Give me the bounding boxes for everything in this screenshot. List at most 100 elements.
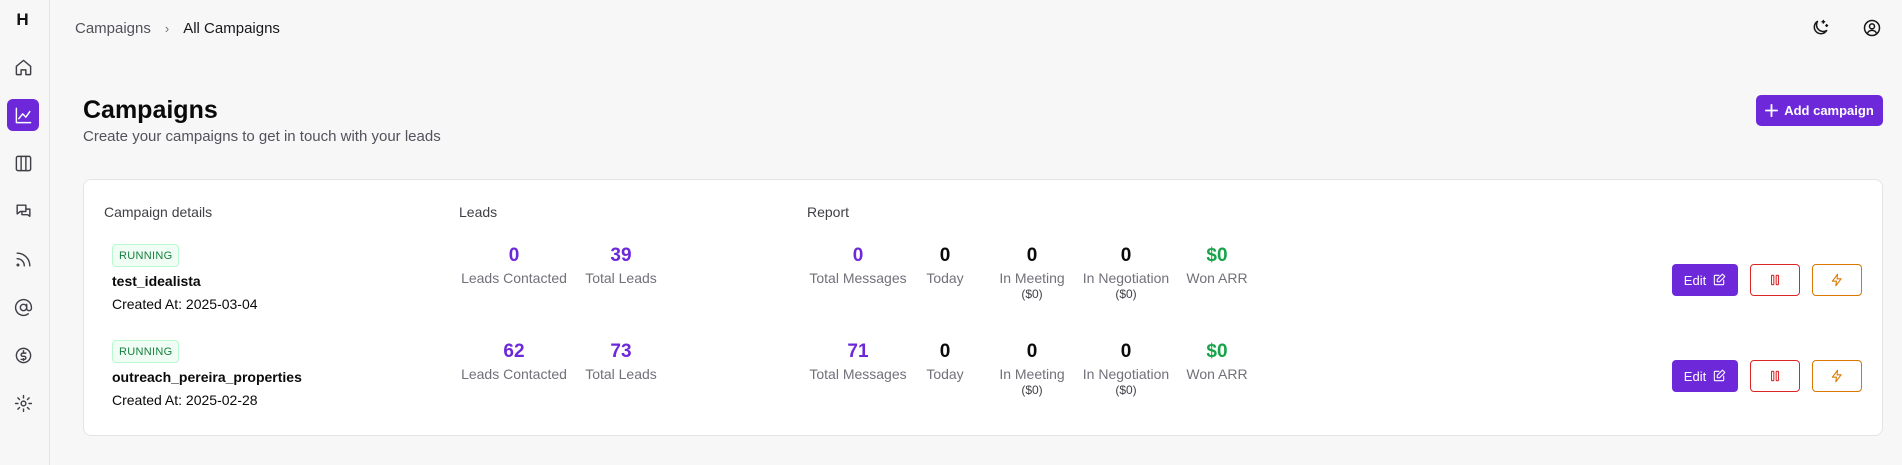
edit-button[interactable]: Edit [1672, 360, 1738, 392]
stat-label: Leads Contacted [461, 270, 567, 286]
account-button[interactable] [1860, 16, 1884, 40]
stat-total-leads: 39 Total Leads [581, 244, 661, 286]
breadcrumb-campaigns-link[interactable]: Campaigns [75, 20, 151, 37]
stat-label: In Negotiation [1082, 366, 1170, 382]
stat-value: 0 [508, 245, 520, 266]
at-sign-icon [14, 298, 32, 316]
app-logo[interactable]: H [0, 10, 45, 30]
edit-button[interactable]: Edit [1672, 264, 1738, 296]
pause-button[interactable] [1750, 360, 1800, 392]
table-row: RUNNING outreach_pereira_properties Crea… [84, 340, 1882, 420]
stat-label: Today [926, 366, 964, 382]
stat-value: 0 [1120, 245, 1132, 266]
stat-leads-contacted: 0 Leads Contacted [459, 244, 569, 286]
stat-today: 0 Today [920, 244, 970, 286]
stat-in-negotiation: 0 In Negotiation ($0) [1078, 340, 1174, 397]
stat-value: $0 [1206, 341, 1228, 362]
stat-subvalue: ($0) [1115, 287, 1137, 301]
pause-icon [1770, 370, 1780, 382]
column-header-leads: Leads [459, 204, 498, 220]
sidebar-item-messages[interactable] [7, 195, 39, 227]
plus-icon [1765, 104, 1779, 117]
stat-value: 0 [939, 245, 951, 266]
status-badge: RUNNING [112, 244, 180, 267]
chat-icon [15, 203, 31, 217]
stat-total-messages: 0 Total Messages [807, 244, 909, 286]
stat-value: 71 [847, 341, 869, 362]
status-badge: RUNNING [112, 340, 180, 363]
stat-leads-contacted: 62 Leads Contacted [459, 340, 569, 382]
stat-value: 0 [852, 245, 864, 266]
stat-won-arr: $0 Won ARR [1182, 244, 1252, 286]
stat-label: In Meeting [999, 366, 1065, 382]
stat-label: Total Leads [585, 366, 657, 382]
stat-subvalue: ($0) [1021, 287, 1043, 301]
home-icon [15, 59, 31, 75]
stat-subvalue: ($0) [1115, 383, 1137, 397]
user-circle-icon [1863, 19, 1881, 37]
edit-label: Edit [1683, 368, 1707, 384]
stat-label: Total Leads [585, 270, 657, 286]
pause-icon [1770, 274, 1780, 286]
stat-value: 0 [1120, 341, 1132, 362]
edit-label: Edit [1683, 272, 1707, 288]
campaigns-table: Campaign details Leads Report RUNNING te… [83, 179, 1883, 436]
dollar-circle-icon [15, 347, 31, 363]
lightning-icon [1831, 273, 1842, 287]
sidebar: H [0, 0, 50, 465]
page-title: Campaigns [83, 96, 218, 124]
sidebar-item-settings[interactable] [7, 387, 39, 419]
stat-won-arr: $0 Won ARR [1182, 340, 1252, 382]
campaign-created-date: Created At: 2025-02-28 [112, 392, 258, 408]
stat-label: Won ARR [1186, 270, 1248, 286]
stat-label: In Meeting [999, 270, 1065, 286]
campaign-created-date: Created At: 2025-03-04 [112, 296, 258, 312]
chart-line-icon [15, 107, 31, 123]
sidebar-item-home[interactable] [7, 51, 39, 83]
stat-subvalue: ($0) [1021, 383, 1043, 397]
columns-icon [15, 155, 31, 171]
stat-label: Today [926, 270, 964, 286]
stat-value: 0 [939, 341, 951, 362]
sidebar-item-email[interactable] [7, 291, 39, 323]
stat-value: 39 [610, 245, 632, 266]
stat-in-negotiation: 0 In Negotiation ($0) [1078, 244, 1174, 301]
stat-today: 0 Today [920, 340, 970, 382]
edit-icon [1714, 273, 1726, 286]
stat-value: 73 [610, 341, 632, 362]
sidebar-item-analytics[interactable] [7, 99, 39, 131]
trigger-button[interactable] [1812, 360, 1862, 392]
stat-label: Won ARR [1186, 366, 1248, 382]
breadcrumb-separator: › [164, 21, 170, 36]
stat-total-leads: 73 Total Leads [581, 340, 661, 382]
stat-value: 0 [1026, 341, 1038, 362]
stat-in-meeting: 0 In Meeting ($0) [994, 340, 1070, 397]
page-subtitle: Create your campaigns to get in touch wi… [83, 128, 441, 145]
rss-icon [15, 251, 31, 267]
stat-in-meeting: 0 In Meeting ($0) [994, 244, 1070, 301]
column-header-report: Report [807, 204, 850, 220]
campaign-name[interactable]: test_idealista [112, 273, 201, 289]
stat-total-messages: 71 Total Messages [807, 340, 909, 382]
add-campaign-button[interactable]: Add campaign [1756, 95, 1883, 126]
sidebar-item-billing[interactable] [7, 339, 39, 371]
trigger-button[interactable] [1812, 264, 1862, 296]
breadcrumb-current: All Campaigns [183, 20, 280, 37]
theme-toggle-button[interactable] [1808, 16, 1832, 40]
moon-stars-icon [1813, 19, 1829, 35]
table-row: RUNNING test_idealista Created At: 2025-… [84, 244, 1882, 324]
stat-value: 0 [1026, 245, 1038, 266]
gear-icon [14, 394, 32, 412]
breadcrumb: Campaigns › All Campaigns [75, 20, 280, 37]
pause-button[interactable] [1750, 264, 1800, 296]
column-header-details: Campaign details [104, 204, 213, 220]
campaign-name[interactable]: outreach_pereira_properties [112, 369, 302, 385]
stat-value: $0 [1206, 245, 1228, 266]
sidebar-item-columns[interactable] [7, 147, 39, 179]
add-campaign-label: Add campaign [1784, 103, 1874, 118]
sidebar-item-feeds[interactable] [7, 243, 39, 275]
edit-icon [1714, 369, 1726, 382]
stat-value: 62 [503, 341, 525, 362]
stat-label: Leads Contacted [461, 366, 567, 382]
stat-label: In Negotiation [1082, 270, 1170, 286]
